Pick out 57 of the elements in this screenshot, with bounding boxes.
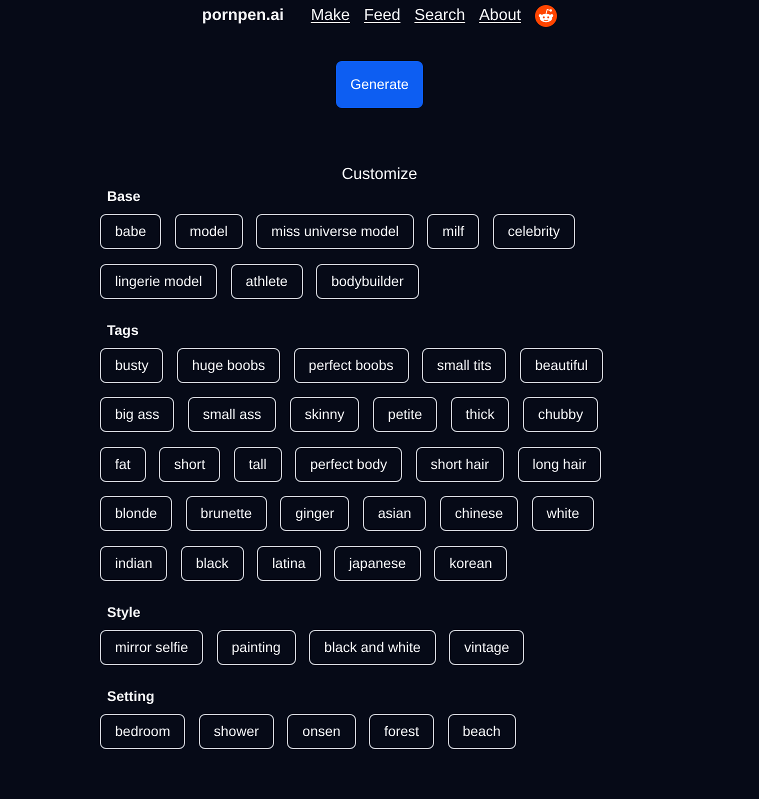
tag-button[interactable]: thick [450,397,510,432]
tag-button[interactable]: chinese [440,496,518,531]
tag-button[interactable]: fat [100,446,146,482]
tag-button[interactable]: athlete [230,264,303,298]
tag-button[interactable]: korean [434,546,508,580]
nav-link[interactable]: Search [414,4,466,28]
tag-button[interactable]: huge boobs [176,348,280,382]
category-heading: Tags [106,322,140,338]
tag-button[interactable]: black and white [309,630,436,664]
tag-button[interactable]: skinny [290,397,360,432]
nav-link[interactable]: About [479,4,521,28]
nav-link[interactable]: Feed [364,4,400,28]
tag-button[interactable]: tall [234,446,282,482]
tag-button[interactable]: japanese [334,546,421,580]
tag-button[interactable]: mirror selfie [100,630,204,664]
tag-button[interactable]: vintage [449,630,524,664]
tag-button[interactable]: beautiful [520,348,603,382]
category-heading: Setting [106,688,156,704]
tag-button[interactable]: blonde [100,496,172,531]
tag-button[interactable]: black [180,546,244,580]
tag-button[interactable]: miss universe model [256,214,414,249]
tag-button[interactable]: perfect boobs [294,348,408,382]
tag-button[interactable]: lingerie model [100,264,218,298]
tag-button[interactable]: onsen [287,714,356,748]
tag-button[interactable]: big ass [100,397,174,432]
tag-button[interactable]: bedroom [100,714,186,748]
tag-button[interactable]: ginger [280,496,350,531]
generate-button[interactable]: Generate [336,61,423,108]
tag-button[interactable]: beach [448,714,516,748]
tag-button[interactable]: busty [100,348,164,382]
tag-button[interactable]: bodybuilder [316,264,419,298]
tag-button[interactable]: perfect body [295,446,402,482]
nav-link[interactable]: Make [310,4,350,28]
tag-button[interactable]: chubby [522,397,598,432]
tag-button[interactable]: asian [362,496,426,531]
alien-face-icon[interactable] [534,5,557,27]
tag-button[interactable]: milf [427,214,480,249]
tag-button[interactable]: babe [100,214,162,249]
tag-button[interactable]: white [532,496,594,531]
tag-button[interactable]: latina [257,546,321,580]
tag-button[interactable]: short [159,446,220,482]
tag-button[interactable]: model [174,214,243,249]
tag-button[interactable]: celebrity [492,214,575,249]
category-heading: Style [106,604,142,620]
category-heading: Base [106,188,142,205]
tag-button[interactable]: petite [372,397,438,432]
tag-button[interactable]: small ass [188,397,276,432]
tag-button[interactable]: small tits [422,348,506,382]
tag-button[interactable]: painting [216,630,296,664]
tag-button[interactable]: long hair [518,446,602,482]
tag-button[interactable]: brunette [186,496,267,531]
section-title: Customize [340,165,418,184]
site-name[interactable]: pornpen.ai [202,4,284,28]
tag-button[interactable]: short hair [416,446,504,482]
tag-button[interactable]: forest [369,714,434,748]
tag-button[interactable]: shower [198,714,274,748]
tag-button[interactable]: indian [100,546,168,580]
